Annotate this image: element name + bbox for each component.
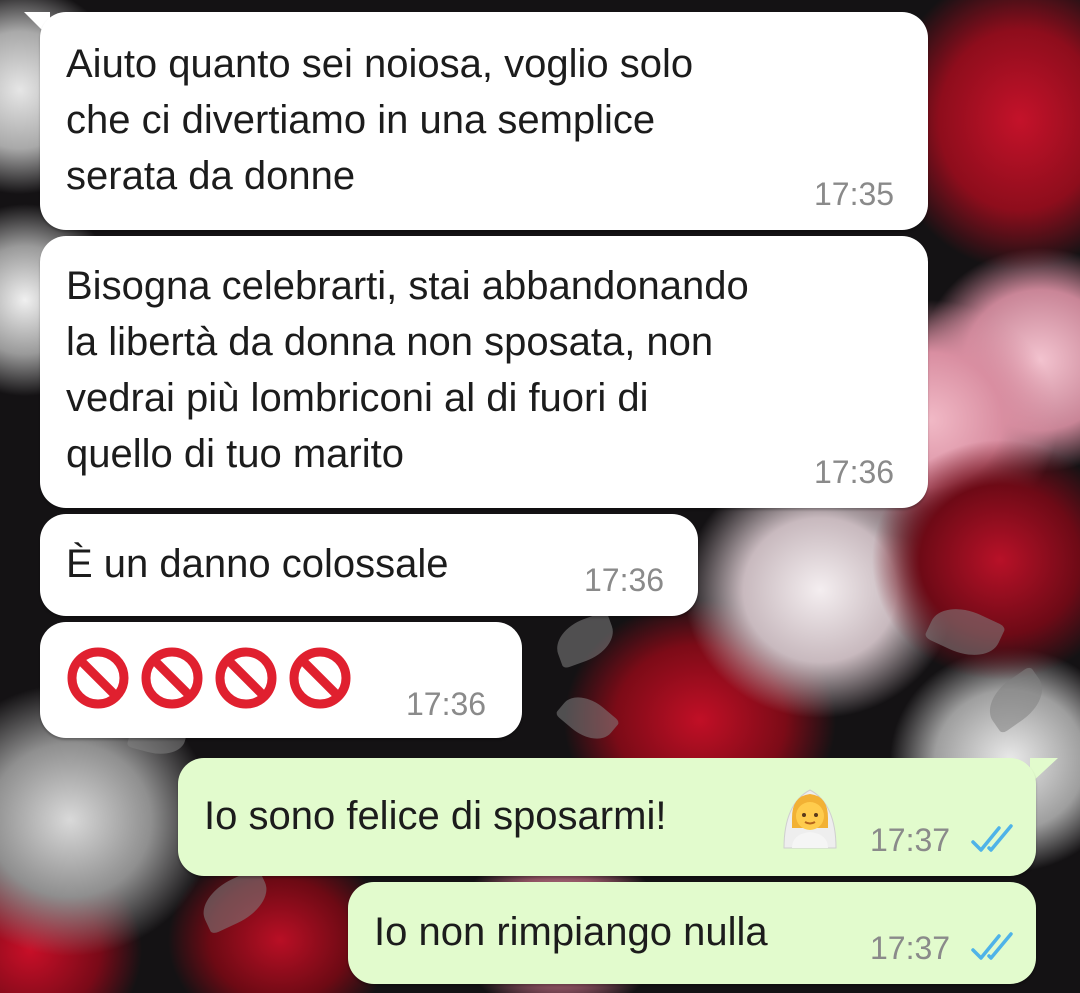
- message-timestamp: 17:37: [870, 930, 951, 966]
- message-text: Bisogna celebrarti, stai abbandonando la…: [66, 264, 749, 476]
- message-bubble-incoming[interactable]: È un danno colossale 17:36: [40, 514, 698, 616]
- message-bubble-incoming[interactable]: 17:36: [40, 622, 522, 738]
- prohibited-icon: [215, 647, 277, 709]
- wallpaper-leaf: [554, 686, 621, 750]
- wallpaper-leaf: [979, 665, 1053, 735]
- message-timestamp: 17:37: [870, 822, 951, 858]
- message-bubble-outgoing[interactable]: Io non rimpiango nulla 17:37: [348, 882, 1036, 984]
- message-timestamp: 17:36: [814, 454, 895, 490]
- message-text: È un danno colossale: [66, 542, 449, 586]
- prohibited-icon: [141, 647, 203, 709]
- message-timestamp: 17:36: [406, 686, 487, 722]
- emoji-row: [67, 647, 351, 709]
- message-bubble-incoming[interactable]: Aiuto quanto sei noiosa, voglio solo che…: [40, 12, 928, 230]
- wallpaper-leaf: [549, 610, 621, 670]
- wallpaper-leaf: [194, 867, 276, 935]
- wallpaper-leaf: [923, 597, 1007, 667]
- message-bubble-incoming[interactable]: Bisogna celebrarti, stai abbandonando la…: [40, 236, 928, 508]
- bride-with-veil-icon: [783, 789, 837, 849]
- read-double-check-icon: [971, 932, 1013, 960]
- read-double-check-icon: [971, 824, 1013, 852]
- message-text: Io sono felice di sposarmi!: [204, 794, 667, 838]
- message-timestamp: 17:35: [814, 176, 895, 212]
- prohibited-icon: [289, 647, 351, 709]
- message-timestamp: 17:36: [584, 562, 665, 598]
- message-text: Aiuto quanto sei noiosa, voglio solo che…: [66, 42, 694, 198]
- message-text: Io non rimpiango nulla: [374, 910, 768, 954]
- message-bubble-outgoing[interactable]: Io sono felice di sposarmi! 17:37: [178, 758, 1036, 876]
- prohibited-icon: [67, 647, 129, 709]
